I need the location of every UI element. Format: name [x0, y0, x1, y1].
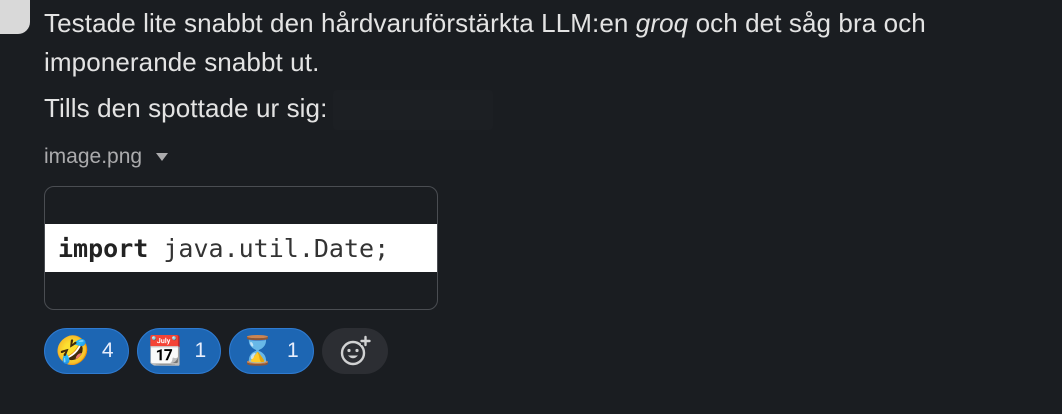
hourglass-emoji-icon: ⌛	[240, 334, 275, 368]
reaction-rofl[interactable]: 🤣 4	[44, 328, 129, 375]
redacted-snippet	[333, 90, 494, 131]
message-line-3: Tills den spottade ur sig:	[44, 89, 1044, 131]
reactions-bar: 🤣 4 📆 1 ⌛ 1	[44, 328, 1044, 375]
message-body: Testade lite snabbt den hårdvaruförstärk…	[44, 4, 1044, 375]
add-reaction-button[interactable]	[321, 328, 388, 375]
message-line-1: Testade lite snabbt den hårdvaruförstärk…	[44, 8, 926, 38]
caret-down-icon[interactable]	[156, 153, 169, 162]
reaction-count: 1	[287, 339, 299, 363]
rofl-emoji-icon: 🤣	[55, 334, 90, 368]
image-attachment[interactable]: import java.util.Date;	[44, 186, 438, 311]
reaction-count: 4	[101, 339, 114, 363]
add-emoji-icon	[340, 335, 371, 366]
code-keyword: import	[58, 233, 149, 263]
avatar[interactable]	[0, 0, 30, 34]
calendar-emoji-icon: 📆	[147, 334, 183, 368]
reaction-count: 1	[194, 339, 207, 363]
code-screenshot: import java.util.Date;	[45, 224, 437, 273]
message-line-2: imponerande snabbt ut.	[44, 47, 320, 77]
attachment-filename[interactable]: image.png	[44, 145, 142, 169]
code-text: java.util.Date;	[148, 233, 390, 263]
attachment-header[interactable]: image.png	[44, 142, 1044, 172]
reaction-calendar[interactable]: 📆 1	[136, 328, 222, 375]
reaction-hourglass[interactable]: ⌛ 1	[229, 328, 314, 375]
groq-italic: groq	[635, 8, 689, 38]
